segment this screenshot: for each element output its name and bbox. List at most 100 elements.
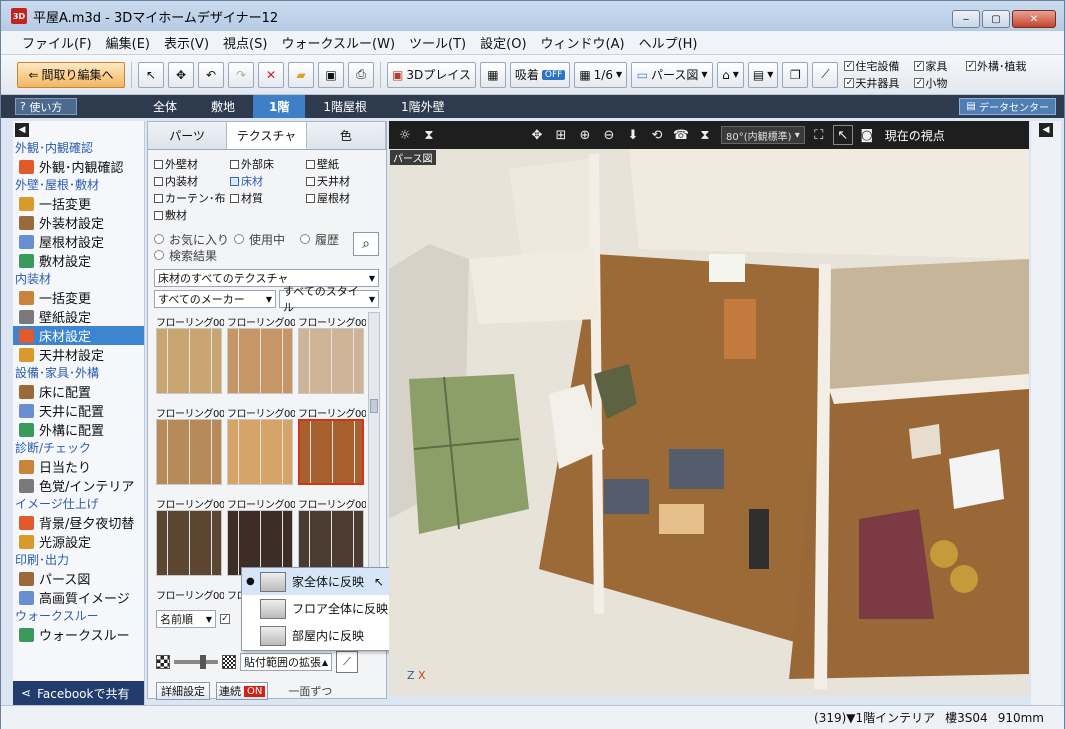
texture-item[interactable]: フローリング00... <box>156 314 224 405</box>
chart-dropdown[interactable]: ▤ ▼ <box>747 61 779 88</box>
hourglass-icon[interactable]: ⧗ <box>419 125 439 145</box>
delete-button[interactable]: ✕ <box>258 61 284 88</box>
sidebar-item[interactable]: パース図 <box>13 569 144 588</box>
category-option[interactable]: 外部床 <box>230 156 306 172</box>
close-button[interactable]: ✕ <box>1012 10 1056 28</box>
texture-swatch[interactable] <box>227 419 293 485</box>
fov-dropdown[interactable]: 80°(内観標準) ▾ <box>721 126 805 144</box>
tab-texture[interactable]: テクスチャ <box>227 122 307 149</box>
zoom-window-icon[interactable]: ⊞ <box>551 125 571 145</box>
checkbox[interactable]: ✓ <box>914 78 925 88</box>
tab-1f[interactable]: 1階 <box>253 95 306 118</box>
copy-button[interactable]: ❐ <box>782 61 809 88</box>
category-checkbox[interactable] <box>230 159 239 169</box>
scroll-thumb[interactable] <box>370 399 378 413</box>
camera-icon[interactable]: ◙ <box>857 125 877 145</box>
expand-icon[interactable]: ◀ <box>1039 123 1053 137</box>
radio-search-results[interactable] <box>154 250 164 260</box>
tab-all[interactable]: 全体 <box>137 95 193 118</box>
radio-favorites[interactable] <box>154 234 164 244</box>
layout-edit-button[interactable]: ⇐ 間取り編集へ <box>17 61 125 88</box>
category-option[interactable]: 床材 <box>230 173 306 189</box>
fit-view-icon[interactable]: ⛶ <box>809 125 829 145</box>
sidebar-item[interactable]: 天井に配置 <box>13 401 144 420</box>
texture-swatch[interactable] <box>156 419 222 485</box>
sidebar-item[interactable]: 外構に配置 <box>13 420 144 439</box>
check-furniture[interactable]: ✓ 家具 <box>914 58 966 74</box>
category-option[interactable]: カーテン･布 <box>154 190 230 206</box>
sidebar-item[interactable]: 敷材設定 <box>13 251 144 270</box>
radio-history[interactable] <box>300 234 311 244</box>
slider-thumb[interactable] <box>200 655 206 669</box>
checkbox[interactable]: ✓ <box>220 614 230 624</box>
texture-swatch[interactable] <box>156 328 222 394</box>
sidebar-item[interactable]: 床に配置 <box>13 382 144 401</box>
menu-viewpoint[interactable]: 視点(S) <box>216 33 274 52</box>
sidebar-item[interactable]: 壁紙設定 <box>13 307 144 326</box>
detail-settings-button[interactable]: 詳細設定 <box>156 682 210 700</box>
house-dropdown[interactable]: ⌂ ▼ <box>717 61 744 88</box>
facebook-share-button[interactable]: ⋖ Facebookで共有 <box>13 681 144 705</box>
radio-in-use[interactable] <box>234 234 245 244</box>
data-center-button[interactable]: ▤ データセンター <box>959 98 1056 115</box>
redo-button[interactable]: ↷ <box>228 61 254 88</box>
help-button[interactable]: ? 使い方 <box>15 98 77 115</box>
collapse-icon[interactable]: ◀ <box>15 123 29 137</box>
texture-item[interactable]: フローリング00... <box>298 405 366 496</box>
view-mode-dropdown[interactable]: ▭ パース図 ▼ <box>631 61 714 88</box>
texture-item[interactable]: フローリング00... <box>156 405 224 496</box>
category-option[interactable]: 屋根材 <box>306 190 382 206</box>
scale-slider[interactable] <box>174 655 218 669</box>
texture-item[interactable]: フローリング00... <box>156 587 224 603</box>
category-checkbox[interactable] <box>230 193 239 203</box>
sidebar-item[interactable]: 色覚/インテリア <box>13 476 144 495</box>
check-housing-equipment[interactable]: ✓ 住宅設備 <box>844 58 914 74</box>
measure-button[interactable]: ⟋ <box>812 61 839 88</box>
pointer-icon[interactable]: ↖ <box>832 125 853 145</box>
category-option[interactable]: 内装材 <box>154 173 230 189</box>
check-small-items[interactable]: ✓ 小物 <box>914 75 966 91</box>
sidebar-item[interactable]: 高画質イメージ <box>13 588 144 607</box>
category-checkbox[interactable] <box>154 159 163 169</box>
texture-swatch[interactable] <box>298 328 364 394</box>
sidebar-item[interactable]: 背景/昼夕夜切替 <box>13 513 144 532</box>
zoom-in-icon[interactable]: ⊕ <box>575 125 595 145</box>
sidebar-item[interactable]: ウォークスルー <box>13 625 144 644</box>
texture-swatch[interactable] <box>156 510 222 576</box>
pan-icon[interactable]: ✥ <box>527 125 547 145</box>
sidebar-item[interactable]: 外装材設定 <box>13 213 144 232</box>
open-button[interactable]: ▰ <box>288 61 314 88</box>
apply-room-item[interactable]: 部屋内に反映 <box>242 622 389 649</box>
maker-dropdown[interactable]: すべてのメーカー ▼ <box>154 290 276 308</box>
menu-file[interactable]: ファイル(F) <box>15 33 99 52</box>
search-button[interactable]: ⌕ <box>353 232 379 256</box>
down-arrow-icon[interactable]: ⬇ <box>623 125 643 145</box>
category-option[interactable]: 材質 <box>230 190 306 206</box>
sidebar-item[interactable]: 屋根材設定 <box>13 232 144 251</box>
tab-1f-roof[interactable]: 1階屋根 <box>307 95 383 118</box>
category-option[interactable]: 壁紙 <box>306 156 382 172</box>
menu-settings[interactable]: 設定(O) <box>473 33 533 52</box>
app-icon[interactable]: 3D <box>11 8 27 24</box>
category-checkbox[interactable] <box>306 159 315 169</box>
light-icon[interactable]: ☼ <box>395 125 415 145</box>
select-tool-button[interactable]: ↖ <box>138 61 164 88</box>
sidebar-item[interactable]: 外観･内観確認 <box>13 157 144 176</box>
category-option[interactable]: 敷材 <box>154 207 230 223</box>
category-checkbox[interactable] <box>306 176 315 186</box>
grid-view-button[interactable]: ▦ <box>479 61 506 88</box>
print-button[interactable]: ⎙ <box>348 61 374 88</box>
tab-parts[interactable]: パーツ <box>148 122 228 149</box>
texture-item[interactable]: フローリング00... <box>298 314 366 405</box>
style-dropdown[interactable]: すべてのスタイル ▼ <box>279 285 379 314</box>
zoom-out-icon[interactable]: ⊖ <box>599 125 619 145</box>
3d-scene[interactable] <box>389 149 1029 695</box>
category-option[interactable]: 天井材 <box>306 173 382 189</box>
sidebar-item[interactable]: 日当たり <box>13 457 144 476</box>
3d-viewport[interactable]: パース図 Z X <box>389 149 1029 695</box>
texture-swatch[interactable] <box>298 419 364 485</box>
3d-place-button[interactable]: ▣ 3Dプレイス <box>387 61 476 88</box>
fov-icon[interactable]: ⧗ <box>695 125 715 145</box>
sidebar-item[interactable]: 床材設定 <box>13 326 144 345</box>
checkbox[interactable]: ✓ <box>966 61 976 71</box>
